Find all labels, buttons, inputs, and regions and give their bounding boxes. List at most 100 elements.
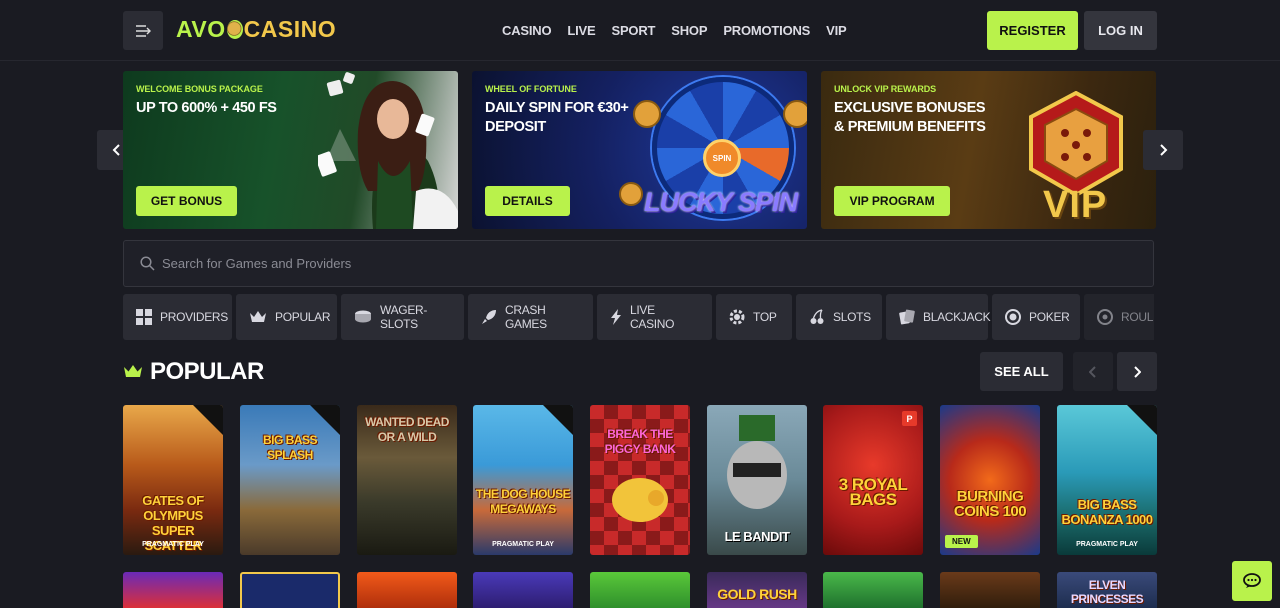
banner-eyebrow: UNLOCK VIP REWARDS [834,84,937,94]
category-popular[interactable]: POPULAR [236,294,337,340]
provider-badge: P [902,411,917,426]
drops-wins-badge [310,405,340,435]
playing-cards-icon [899,309,915,325]
roulette-icon [1097,309,1113,325]
details-button[interactable]: DETAILS [485,186,570,216]
rocket-icon [482,310,496,324]
category-blackjack[interactable]: BLACKJACK [886,294,991,340]
game-tile[interactable]: BURNING COINS 100 NEW [940,405,1040,555]
drops-wins-badge [543,405,573,435]
game-tile[interactable]: GATES OF OLYMPUS SUPER SCATTER PRAGMATIC… [123,405,223,555]
gold-piggy-illustration [612,478,668,522]
category-wager-slots[interactable]: WAGER-SLOTS [341,294,464,340]
casino-hostess-illustration [318,72,458,229]
crown-icon [250,311,266,322]
chat-bubble-icon [1243,573,1261,588]
banner-title: EXCLUSIVE BONUSES & PREMIUM BENEFITS [834,100,986,135]
chevron-left-icon [1089,365,1096,378]
menu-toggle-button[interactable] [123,11,163,50]
game-provider: PRAGMATIC PLAY [142,541,204,548]
login-button[interactable]: LOG IN [1084,11,1157,50]
game-title: BIG BASS BONANZA 1000 [1061,497,1153,527]
main-nav: CASINO LIVE SPORT SHOP PROMOTIONS VIP [502,23,847,38]
game-tile[interactable]: GOLD RUSH [707,572,807,608]
game-tile[interactable]: LE BANDIT [707,405,807,555]
menu-icon [136,24,151,37]
new-badge: NEW [945,535,978,548]
chevron-right-icon [1160,144,1168,156]
search-input[interactable] [162,241,1112,286]
game-title: THE DOG HOUSE MEGAWAYS [475,487,571,516]
nav-promotions[interactable]: PROMOTIONS [723,23,810,38]
game-title: BURNING COINS 100 [953,488,1027,520]
game-tile[interactable] [123,572,223,608]
banner-eyebrow: WHEEL OF FORTUNE [485,84,577,94]
game-tile[interactable]: P 3 ROYAL BAGS [823,405,923,555]
game-title: 3 ROYAL BAGS [838,475,908,509]
nav-casino[interactable]: CASINO [502,23,552,38]
see-all-button[interactable]: SEE ALL [980,352,1063,391]
vip-logo-text: VIP [1043,184,1108,226]
drops-wins-badge [193,405,223,435]
game-tile[interactable]: ELVEN PRINCESSES [1057,572,1157,608]
category-top[interactable]: TOP [716,294,792,340]
category-poker[interactable]: POKER [992,294,1080,340]
vip-program-button[interactable]: VIP PROGRAM [834,186,950,216]
carousel-next-button[interactable] [1143,130,1183,170]
banner-title: UP TO 600% + 450 FS [136,100,277,116]
game-title: BIG BASS SPLASH [262,433,318,462]
category-providers[interactable]: PROVIDERS [123,294,232,340]
game-tile[interactable] [473,572,573,608]
banner-welcome-bonus[interactable]: WELCOME BONUS PACKAGE UP TO 600% + 450 F… [123,71,458,229]
section-title: POPULAR [150,358,264,385]
games-next-button[interactable] [1117,352,1157,391]
game-provider: PRAGMATIC PLAY [1076,541,1138,548]
site-logo[interactable]: AVO CASINO [176,16,336,43]
search-icon [140,256,155,271]
game-title: ELVEN PRINCESSES [1070,578,1144,606]
game-title: BREAK THE PIGGY BANK [604,427,676,456]
grid-icon [136,309,152,325]
game-tile[interactable]: BREAK THE PIGGY BANK [590,405,690,555]
coin-icon [783,100,807,128]
game-tile[interactable]: THE DOG HOUSE MEGAWAYS PRAGMATIC PLAY [473,405,573,555]
game-tile[interactable] [823,572,923,608]
nav-live[interactable]: LIVE [567,23,595,38]
banner-wheel-of-fortune[interactable]: SPIN LUCKY SPIN WHEEL OF FORTUNE DAILY S… [472,71,807,229]
nav-vip[interactable]: VIP [826,23,847,38]
raccoon-bandit-illustration [727,415,787,509]
category-slots[interactable]: SLOTS [796,294,882,340]
gear-badge-icon [729,309,745,325]
game-tile[interactable]: BIG BASS SPLASH [240,405,340,555]
lucky-spin-logo: LUCKY SPIN [644,187,798,217]
banner-eyebrow: WELCOME BONUS PACKAGE [136,84,263,94]
register-button[interactable]: REGISTER [987,11,1078,50]
category-crash-games[interactable]: CRASH GAMES [468,294,593,340]
games-prev-button[interactable] [1073,352,1113,391]
nav-shop[interactable]: SHOP [671,23,707,38]
live-chat-button[interactable] [1232,561,1272,601]
banner-vip-rewards[interactable]: VIP UNLOCK VIP REWARDS EXCLUSIVE BONUSES… [821,71,1156,229]
game-provider: PRAGMATIC PLAY [492,541,554,548]
game-tile[interactable] [590,572,690,608]
get-bonus-button[interactable]: GET BONUS [136,186,237,216]
crown-icon [124,365,142,377]
chevron-right-icon [1134,365,1141,378]
category-roulette[interactable]: ROULETTE [1084,294,1154,340]
coin-icon [619,182,643,206]
poker-chip-icon [1005,309,1021,325]
game-title: WANTED DEAD OR A WILD [365,415,449,444]
game-title: GOLD RUSH [717,586,797,602]
game-tile[interactable]: BIG BASS BONANZA 1000 PRAGMATIC PLAY [1057,405,1157,555]
game-tile[interactable] [240,572,340,608]
banner-title: DAILY SPIN FOR €30+ DEPOSIT [485,100,629,135]
drops-wins-badge [1127,405,1157,435]
coin-icon [633,100,661,128]
game-tile[interactable] [357,572,457,608]
game-tile[interactable]: WANTED DEAD OR A WILD [357,405,457,555]
nav-sport[interactable]: SPORT [611,23,655,38]
chips-stack-icon [355,310,371,323]
category-live-casino[interactable]: LIVE CASINO [597,294,712,340]
cherries-icon [810,309,824,324]
game-tile[interactable] [940,572,1040,608]
